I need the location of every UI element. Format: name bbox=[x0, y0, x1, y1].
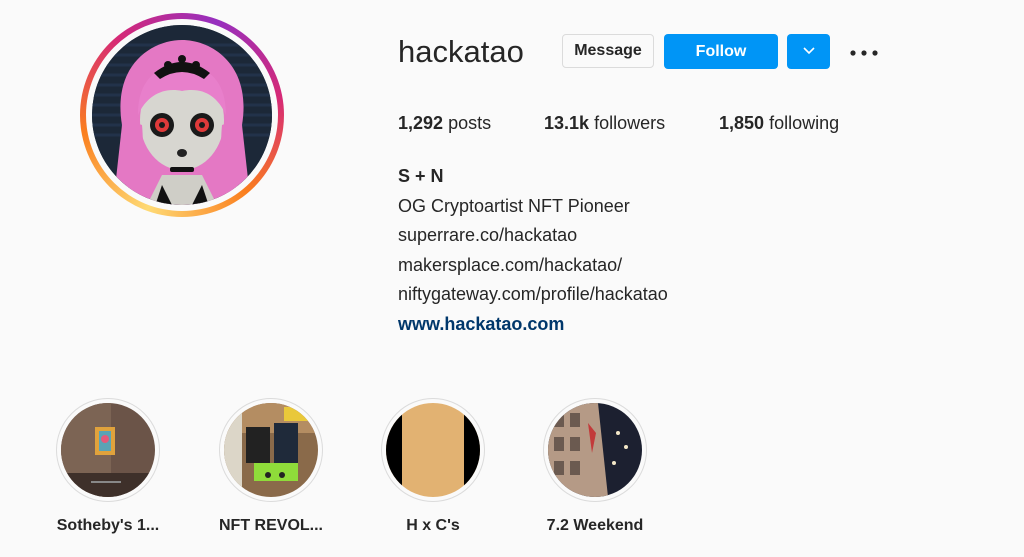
highlight-cover bbox=[386, 403, 480, 497]
bio-line: makersplace.com/hackatao/ bbox=[398, 255, 623, 275]
more-options-button[interactable] bbox=[846, 36, 882, 68]
chevron-down-icon bbox=[802, 43, 816, 61]
highlight-cover bbox=[61, 403, 155, 497]
bio-line: niftygateway.com/profile/hackatao bbox=[398, 284, 668, 304]
avatar-image bbox=[92, 25, 272, 205]
highlight-label: Sotheby's 1... bbox=[56, 517, 160, 534]
followers-count: 13.1k bbox=[544, 113, 590, 133]
story-highlight[interactable]: H x C's bbox=[378, 398, 488, 535]
message-button[interactable]: Message bbox=[562, 34, 654, 68]
website-link[interactable]: www.hackatao.com bbox=[398, 312, 564, 336]
bio-name: S + N bbox=[398, 166, 444, 186]
profile-page: hackatao Message Follow 1,292 posts 13.1… bbox=[0, 0, 1024, 557]
posts-stat: 1,292 posts bbox=[398, 110, 491, 136]
posts-count: 1,292 bbox=[398, 113, 444, 133]
followers-label: followers bbox=[594, 113, 666, 133]
highlight-label: 7.2 Weekend bbox=[546, 517, 644, 534]
profile-avatar[interactable] bbox=[80, 13, 284, 217]
highlight-label: H x C's bbox=[406, 517, 460, 534]
story-highlight[interactable]: NFT REVOL... bbox=[216, 398, 326, 535]
following-label: following bbox=[769, 113, 840, 133]
story-highlight[interactable]: Sotheby's 1... bbox=[53, 398, 163, 535]
highlight-cover bbox=[548, 403, 642, 497]
following-stat[interactable]: 1,850 following bbox=[719, 110, 839, 136]
more-options-icon bbox=[850, 43, 878, 61]
story-highlight[interactable]: 7.2 Weekend bbox=[540, 398, 650, 535]
bio-line: OG Cryptoartist NFT Pioneer bbox=[398, 196, 630, 216]
highlight-cover bbox=[224, 403, 318, 497]
followers-stat[interactable]: 13.1k followers bbox=[544, 110, 665, 136]
posts-label: posts bbox=[448, 113, 492, 133]
follow-button[interactable]: Follow bbox=[664, 34, 778, 69]
bio-line: superrare.co/hackatao bbox=[398, 225, 578, 245]
following-count: 1,850 bbox=[719, 113, 765, 133]
highlight-label: NFT REVOL... bbox=[219, 517, 323, 534]
profile-username: hackatao bbox=[398, 34, 524, 69]
suggested-accounts-button[interactable] bbox=[787, 34, 830, 69]
